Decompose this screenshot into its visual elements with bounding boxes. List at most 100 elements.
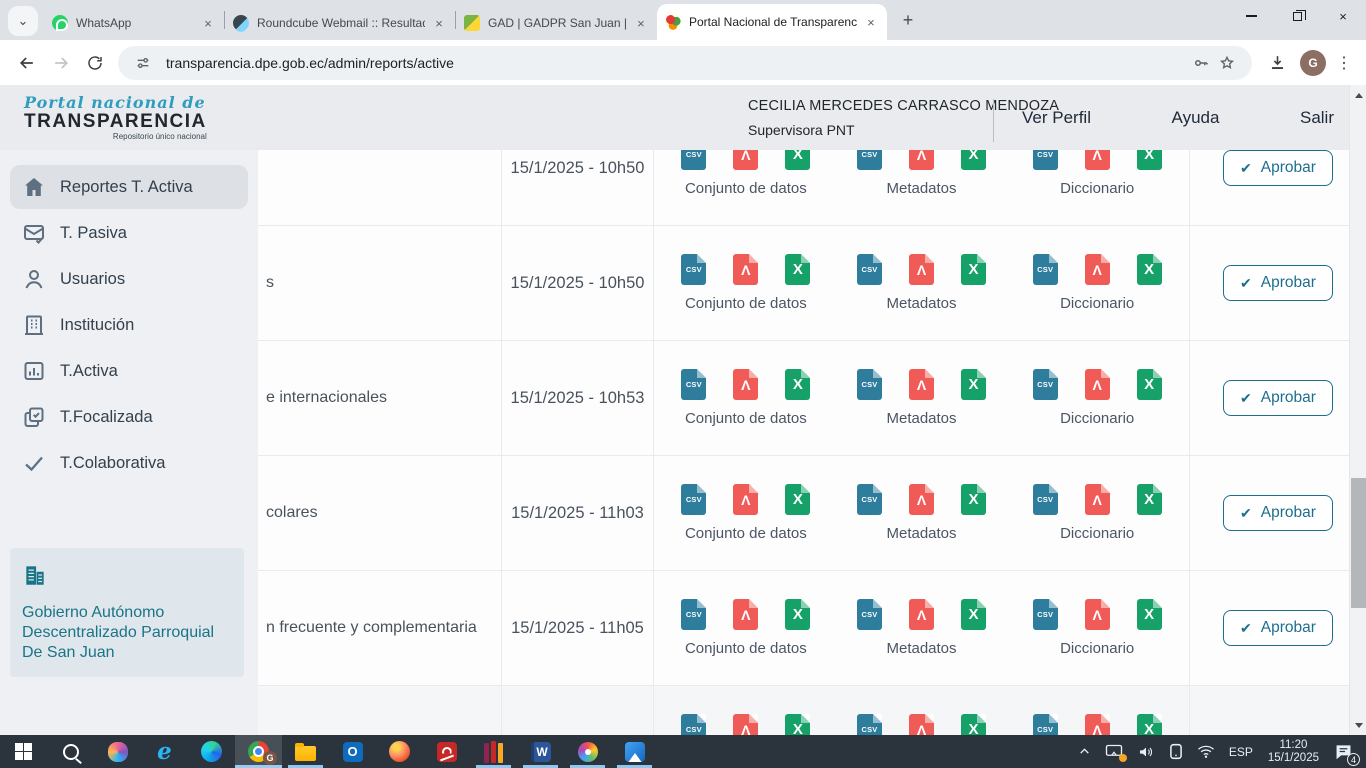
downloads-button[interactable] xyxy=(1260,46,1294,80)
approve-button[interactable]: ✔Aprobar xyxy=(1223,610,1333,646)
pdf-file-icon[interactable]: Λ xyxy=(733,714,758,735)
forward-button[interactable] xyxy=(44,46,78,80)
excel-file-icon[interactable]: X xyxy=(785,484,810,515)
tab-gad[interactable]: GAD | GADPR San Juan | × xyxy=(456,6,657,40)
tray-clock[interactable]: 11:2015/1/2025 xyxy=(1260,735,1327,768)
taskbar-paint[interactable] xyxy=(564,735,611,768)
excel-file-icon[interactable]: X xyxy=(961,484,986,515)
close-window-button[interactable]: × xyxy=(1320,0,1366,32)
taskbar-internet-explorer[interactable]: e xyxy=(141,735,188,768)
browser-menu-icon[interactable]: ⋮ xyxy=(1332,53,1356,73)
approve-button[interactable]: ✔Aprobar xyxy=(1223,495,1333,531)
pdf-file-icon[interactable]: Λ xyxy=(1085,484,1110,515)
taskbar-file-explorer[interactable] xyxy=(282,735,329,768)
excel-file-icon[interactable]: X xyxy=(785,369,810,400)
csv-file-icon[interactable]: CSV xyxy=(1033,369,1058,400)
csv-file-icon[interactable]: CSV xyxy=(1033,599,1058,630)
excel-file-icon[interactable]: X xyxy=(961,714,986,735)
approve-button[interactable]: ✔Aprobar xyxy=(1223,380,1333,416)
taskbar-edge[interactable] xyxy=(188,735,235,768)
institution-card[interactable]: Gobierno Autónomo Descentralizado Parroq… xyxy=(10,548,244,677)
excel-file-icon[interactable]: X xyxy=(1137,599,1162,630)
excel-file-icon[interactable]: X xyxy=(961,254,986,285)
taskbar-firefox[interactable] xyxy=(376,735,423,768)
excel-file-icon[interactable]: X xyxy=(1137,254,1162,285)
excel-file-icon[interactable]: X xyxy=(1137,150,1162,170)
csv-file-icon[interactable]: CSV xyxy=(1033,714,1058,735)
profile-avatar[interactable]: G xyxy=(1300,50,1326,76)
pdf-file-icon[interactable]: Λ xyxy=(909,150,934,170)
taskbar-word[interactable]: W xyxy=(517,735,564,768)
password-key-icon[interactable] xyxy=(1188,50,1214,76)
excel-file-icon[interactable]: X xyxy=(961,369,986,400)
csv-file-icon[interactable]: CSV xyxy=(681,254,706,285)
taskbar-acrobat[interactable] xyxy=(423,735,470,768)
tray-expand-button[interactable] xyxy=(1071,735,1098,768)
restore-button[interactable] xyxy=(1274,0,1320,32)
taskbar-copilot[interactable] xyxy=(94,735,141,768)
pdf-file-icon[interactable]: Λ xyxy=(1085,714,1110,735)
csv-file-icon[interactable]: CSV xyxy=(857,150,882,170)
pdf-file-icon[interactable]: Λ xyxy=(909,369,934,400)
pdf-file-icon[interactable]: Λ xyxy=(1085,150,1110,170)
tray-display-alert[interactable] xyxy=(1098,735,1130,768)
pdf-file-icon[interactable]: Λ xyxy=(733,150,758,170)
excel-file-icon[interactable]: X xyxy=(785,599,810,630)
tab-whatsapp[interactable]: WhatsApp × xyxy=(44,6,224,40)
pdf-file-icon[interactable]: Λ xyxy=(909,599,934,630)
close-tab-icon[interactable]: × xyxy=(431,15,447,31)
pdf-file-icon[interactable]: Λ xyxy=(909,714,934,735)
close-tab-icon[interactable]: × xyxy=(200,15,216,31)
csv-file-icon[interactable]: CSV xyxy=(681,599,706,630)
ayuda-link[interactable]: Ayuda xyxy=(1172,108,1220,128)
sidebar-item-t-colaborativa[interactable]: T.Colaborativa xyxy=(10,441,248,485)
sidebar-item-t-activa[interactable]: T.Activa xyxy=(10,349,248,393)
taskbar-winrar[interactable] xyxy=(470,735,517,768)
pdf-file-icon[interactable]: Λ xyxy=(909,484,934,515)
refresh-button[interactable] xyxy=(78,46,112,80)
pdf-file-icon[interactable]: Λ xyxy=(733,484,758,515)
excel-file-icon[interactable]: X xyxy=(1137,369,1162,400)
close-tab-icon[interactable]: × xyxy=(633,15,649,31)
excel-file-icon[interactable]: X xyxy=(1137,714,1162,735)
address-bar[interactable]: transparencia.dpe.gob.ec/admin/reports/a… xyxy=(118,46,1252,80)
sidebar-item-institucion[interactable]: Institución xyxy=(10,303,248,347)
bookmark-star-icon[interactable] xyxy=(1214,50,1240,76)
pdf-file-icon[interactable]: Λ xyxy=(1085,599,1110,630)
tab-search-button[interactable]: ⌄ xyxy=(8,6,38,36)
taskbar-search-button[interactable] xyxy=(47,735,94,768)
tray-device[interactable] xyxy=(1162,735,1190,768)
tray-volume[interactable] xyxy=(1130,735,1162,768)
site-settings-icon[interactable] xyxy=(130,50,156,76)
tray-notifications[interactable]: 4 xyxy=(1327,735,1360,768)
sidebar-item-t-focalizada[interactable]: T.Focalizada xyxy=(10,395,248,439)
ver-perfil-link[interactable]: Ver Perfil xyxy=(1022,108,1091,128)
url-text[interactable]: transparencia.dpe.gob.ec/admin/reports/a… xyxy=(166,55,1188,71)
excel-file-icon[interactable]: X xyxy=(785,254,810,285)
excel-file-icon[interactable]: X xyxy=(1137,484,1162,515)
excel-file-icon[interactable]: X xyxy=(785,714,810,735)
minimize-button[interactable] xyxy=(1228,0,1274,32)
pdf-file-icon[interactable]: Λ xyxy=(1085,369,1110,400)
csv-file-icon[interactable]: CSV xyxy=(857,369,882,400)
scrollbar-thumb[interactable] xyxy=(1351,478,1366,608)
pdf-file-icon[interactable]: Λ xyxy=(733,369,758,400)
csv-file-icon[interactable]: CSV xyxy=(1033,254,1058,285)
excel-file-icon[interactable]: X xyxy=(785,150,810,170)
vertical-scrollbar[interactable] xyxy=(1349,85,1366,735)
scroll-down-arrow[interactable] xyxy=(1350,717,1366,733)
tab-portal-transparencia[interactable]: Portal Nacional de Transparenc × xyxy=(657,4,887,40)
csv-file-icon[interactable]: CSV xyxy=(857,714,882,735)
csv-file-icon[interactable]: CSV xyxy=(857,484,882,515)
taskbar-outlook[interactable]: O xyxy=(329,735,376,768)
tray-wifi[interactable] xyxy=(1190,735,1222,768)
pdf-file-icon[interactable]: Λ xyxy=(909,254,934,285)
csv-file-icon[interactable]: CSV xyxy=(681,150,706,170)
csv-file-icon[interactable]: CSV xyxy=(857,254,882,285)
sidebar-item-reportes-t-activa[interactable]: Reportes T. Activa xyxy=(10,165,248,209)
excel-file-icon[interactable]: X xyxy=(961,150,986,170)
close-tab-icon[interactable]: × xyxy=(863,14,879,30)
sidebar-item-t-pasiva[interactable]: T. Pasiva xyxy=(10,211,248,255)
taskbar-chrome[interactable]: G xyxy=(235,735,282,768)
start-button[interactable] xyxy=(0,735,47,768)
